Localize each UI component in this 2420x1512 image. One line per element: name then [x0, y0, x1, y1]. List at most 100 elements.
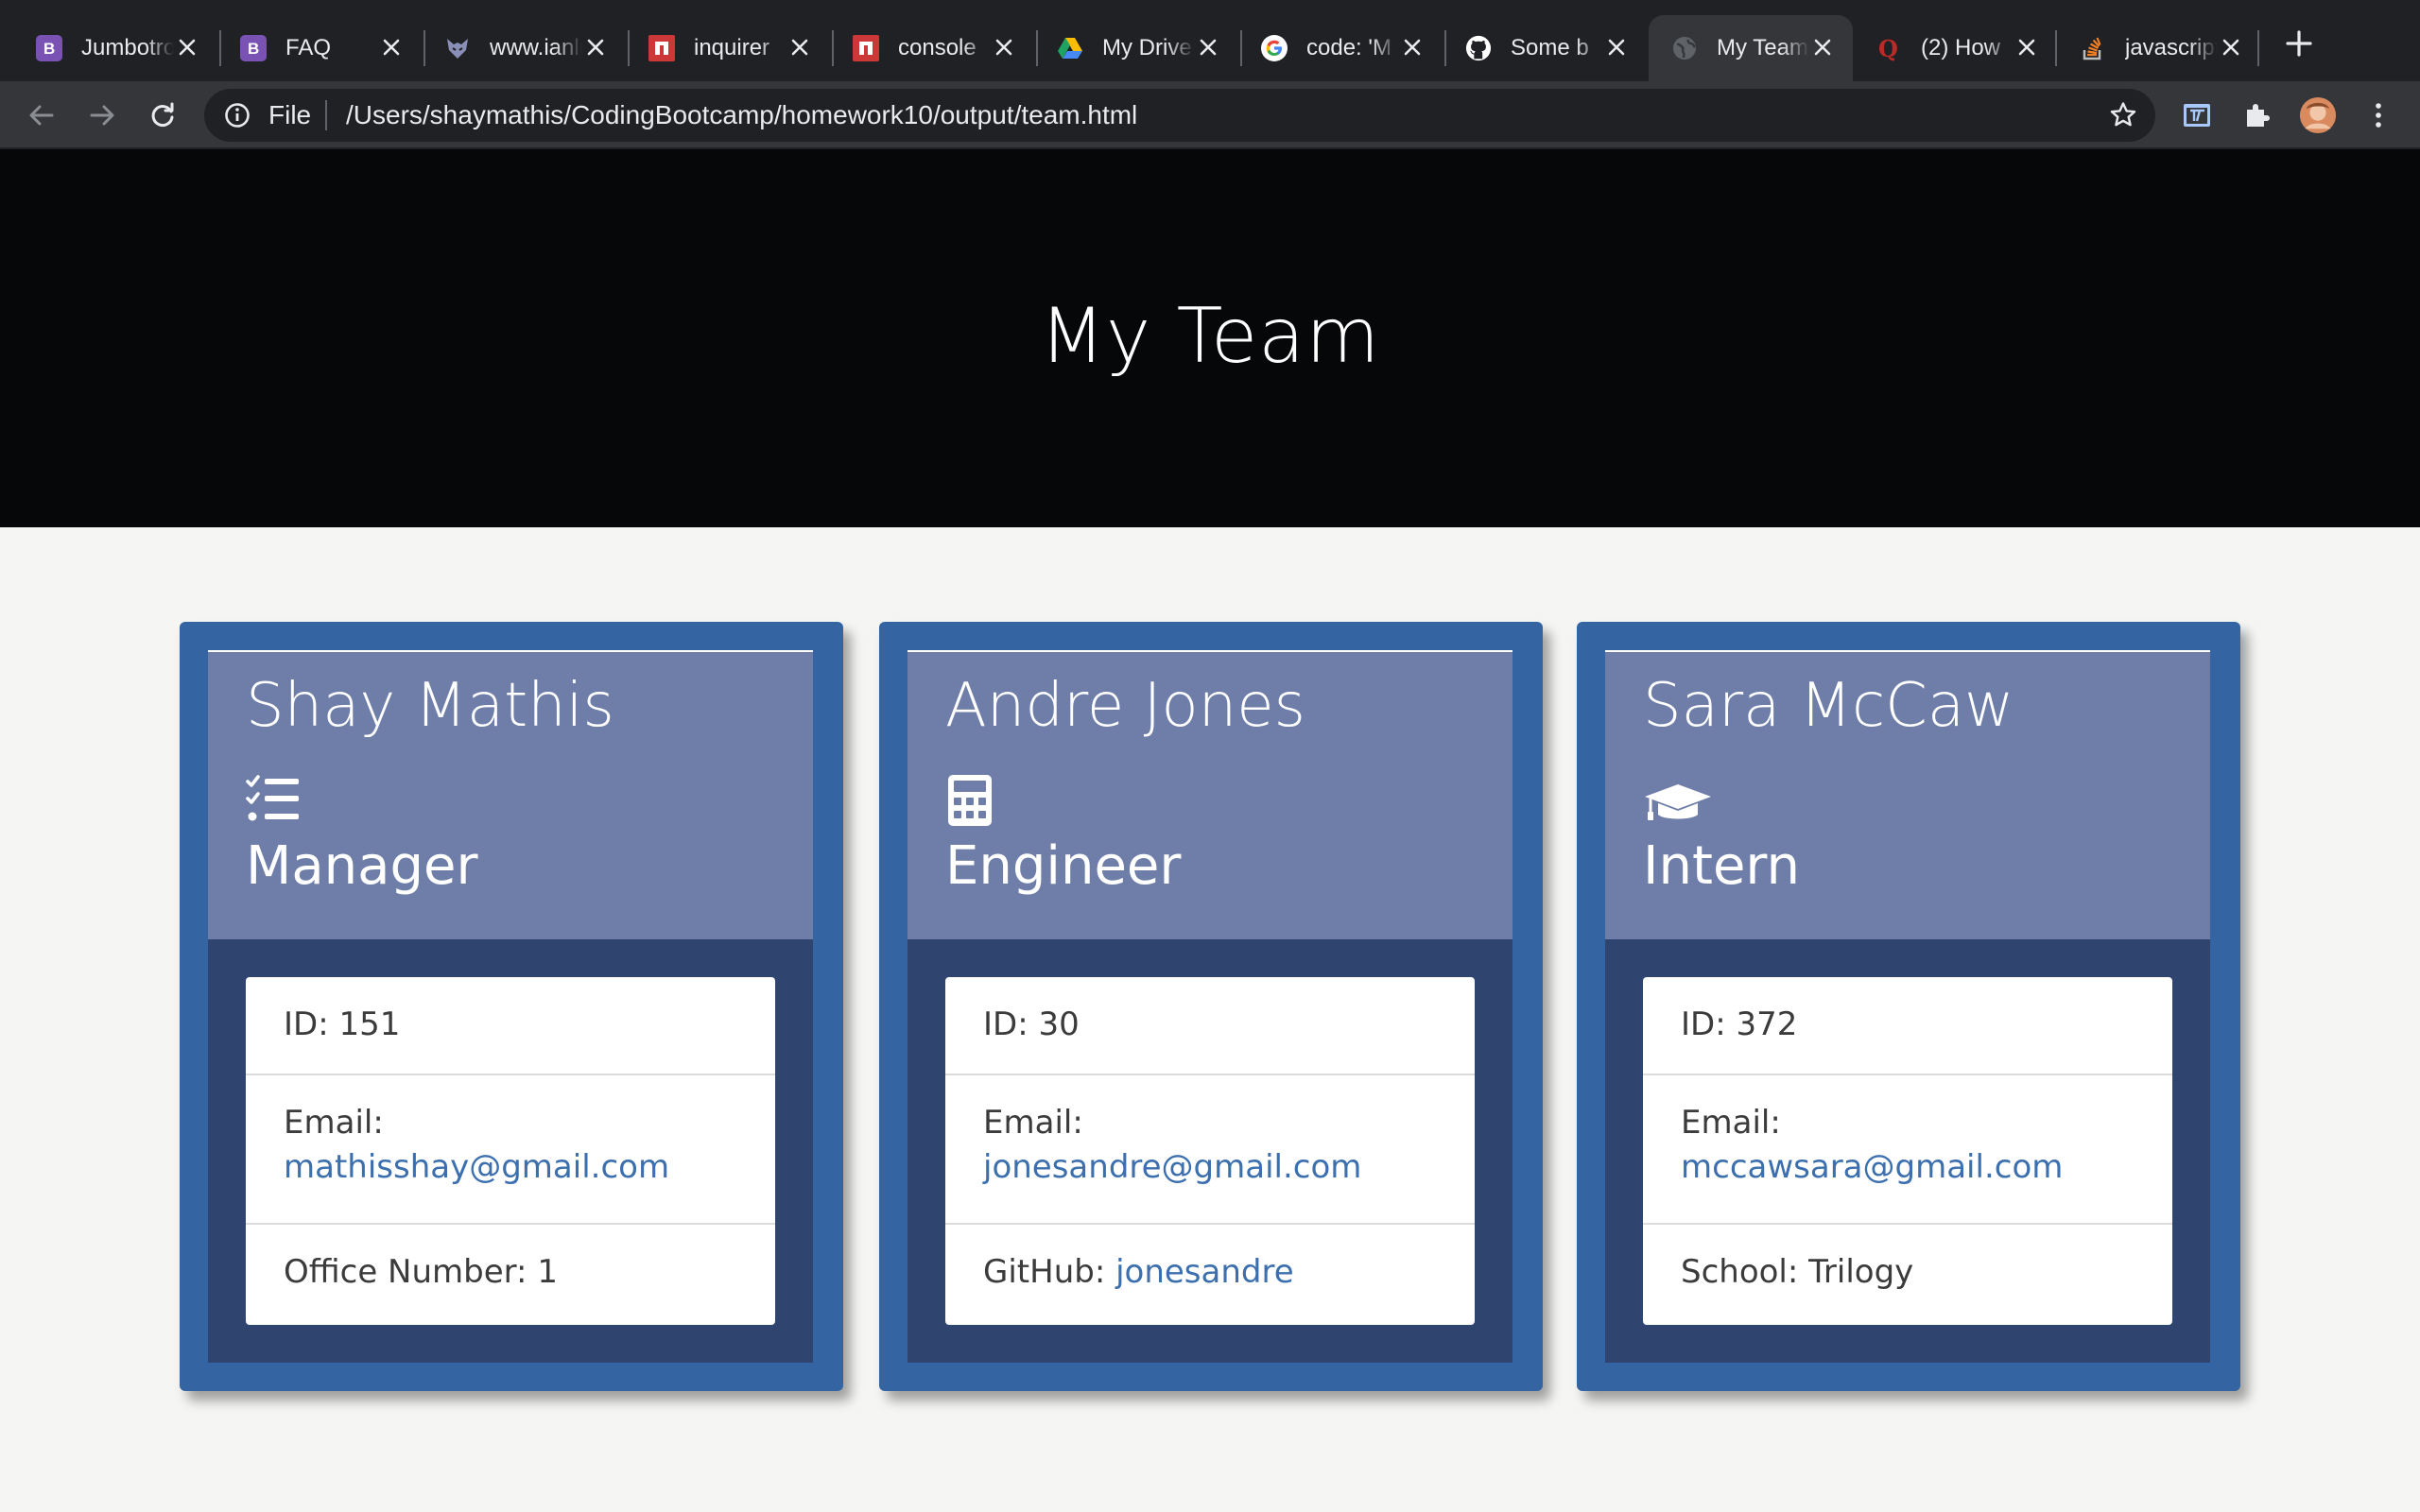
tab-separator — [2257, 30, 2259, 66]
close-icon[interactable] — [584, 36, 607, 59]
office-number-label: Office Number: — [284, 1253, 527, 1291]
card-header: Sara McCaw Intern — [1605, 650, 2210, 939]
employee-name: Andre Jones — [945, 671, 1305, 741]
bootstrap-icon: B — [240, 35, 267, 61]
office-number-value: 1 — [537, 1253, 558, 1291]
employee-card-manager: Shay Mathis Manager ID: 151 Email: mathi… — [180, 622, 843, 1391]
tab-title: inquirer — [694, 35, 770, 60]
browser-toolbar: File /Users/shaymathis/CodingBootcamp/ho… — [0, 81, 2420, 149]
tab-strip: B Jumbotron B FAQ www.ianlunn inquirer c… — [0, 0, 2420, 81]
close-icon[interactable] — [2220, 36, 2242, 59]
address-separator — [325, 100, 327, 130]
close-icon[interactable] — [176, 36, 199, 59]
employee-role: Intern — [1643, 835, 1800, 897]
close-icon[interactable] — [1401, 36, 1424, 59]
employee-details-list: ID: 372 Email: mccawsara@gmail.com Schoo… — [1643, 977, 2172, 1325]
tab-stackoverflow[interactable]: javascript — [2057, 15, 2261, 81]
email-row: Email: jonesandre@gmail.com — [945, 1075, 1475, 1225]
tasks-icon — [246, 775, 299, 821]
tab-title: Jumbotron — [81, 35, 174, 60]
url-text[interactable]: /Users/shaymathis/CodingBootcamp/homewor… — [346, 100, 1137, 130]
employee-card-intern: Sara McCaw Intern ID: 372 Email: mccawsa… — [1577, 622, 2240, 1391]
tab-github[interactable]: Some b — [1429, 15, 1647, 81]
jumbotron-header: My Team — [0, 149, 2420, 527]
github-link[interactable]: jonesandre — [1115, 1253, 1294, 1291]
close-icon[interactable] — [993, 36, 1015, 59]
tab-quora[interactable]: Q (2) How — [1853, 15, 2057, 81]
tab-faq[interactable]: B FAQ — [204, 15, 422, 81]
tab-ianlunn[interactable]: www.ianlunn — [408, 15, 626, 81]
office-number-row: Office Number: 1 — [246, 1225, 775, 1325]
tab-title: javascript — [2125, 35, 2218, 60]
school-label: School: — [1681, 1253, 1799, 1291]
email-label: Email: — [284, 1104, 384, 1142]
google-drive-icon — [1057, 35, 1083, 61]
tab-my-drive[interactable]: My Drive — [1021, 15, 1238, 81]
employee-role: Engineer — [945, 835, 1182, 897]
id-label: ID: — [1681, 1005, 1726, 1043]
npm-icon — [853, 35, 879, 61]
id-row: ID: 372 — [1643, 977, 2172, 1075]
tab-title: FAQ — [285, 35, 332, 60]
forward-arrow-icon[interactable] — [83, 96, 121, 134]
close-icon[interactable] — [1197, 36, 1219, 59]
svg-text:B: B — [248, 40, 259, 58]
id-value: 151 — [338, 1005, 401, 1043]
address-bar[interactable]: File /Users/shaymathis/CodingBootcamp/ho… — [204, 89, 2155, 142]
id-row: ID: 30 — [945, 977, 1475, 1075]
svg-text:Q: Q — [1878, 35, 1898, 61]
tab-title: My Drive — [1102, 35, 1192, 60]
back-arrow-icon[interactable] — [23, 96, 60, 134]
id-label: ID: — [983, 1005, 1028, 1043]
google-icon — [1261, 35, 1288, 61]
employee-card-engineer: Andre Jones Engineer ID: 30 Email: jones… — [879, 622, 1543, 1391]
tab-jumbotron[interactable]: B Jumbotron — [0, 15, 217, 81]
close-icon[interactable] — [2015, 36, 2038, 59]
close-icon[interactable] — [788, 36, 811, 59]
email-label: Email: — [1681, 1104, 1781, 1142]
tab-inquirer[interactable]: inquirer — [613, 15, 830, 81]
tab-title: (2) How — [1921, 35, 2001, 60]
graduation-cap-icon — [1645, 784, 1711, 820]
tab-title: console — [898, 35, 977, 60]
extension-tab-icon[interactable] — [2178, 96, 2216, 134]
card-body: Shay Mathis Manager ID: 151 Email: mathi… — [208, 650, 813, 1363]
close-icon[interactable] — [380, 36, 403, 59]
github-icon — [1465, 35, 1492, 61]
school-value: Trilogy — [1808, 1253, 1914, 1291]
email-link[interactable]: mccawsara@gmail.com — [1681, 1148, 2063, 1186]
tab-console[interactable]: console — [817, 15, 1034, 81]
more-menu-icon[interactable] — [2360, 96, 2397, 134]
tab-title: Some b — [1511, 35, 1589, 60]
tab-title: www.ianlunn — [490, 35, 582, 60]
id-label: ID: — [284, 1005, 329, 1043]
reload-icon[interactable] — [144, 96, 182, 134]
card-body: Sara McCaw Intern ID: 372 Email: mccawsa… — [1605, 650, 2210, 1363]
close-icon[interactable] — [1605, 36, 1628, 59]
email-link[interactable]: jonesandre@gmail.com — [983, 1148, 1361, 1186]
employee-name: Shay Mathis — [246, 671, 614, 741]
github-row: GitHub: jonesandre — [945, 1225, 1475, 1325]
stackoverflow-icon — [2080, 35, 2106, 61]
github-label: GitHub: — [983, 1253, 1106, 1291]
close-icon[interactable] — [1811, 36, 1834, 59]
tab-my-team[interactable]: My Team — [1649, 15, 1853, 81]
tab-google-search[interactable]: code: 'M — [1225, 15, 1443, 81]
quora-icon: Q — [1876, 35, 1902, 61]
email-link[interactable]: mathisshay@gmail.com — [284, 1148, 669, 1186]
employee-details-list: ID: 30 Email: jonesandre@gmail.com GitHu… — [945, 977, 1475, 1325]
bookmark-star-icon[interactable] — [2108, 100, 2138, 130]
email-label: Email: — [983, 1104, 1083, 1142]
extensions-puzzle-icon[interactable] — [2238, 96, 2276, 134]
globe-icon — [1671, 35, 1698, 61]
info-icon[interactable] — [223, 101, 251, 129]
profile-avatar[interactable] — [2299, 96, 2337, 134]
new-tab-plus-icon[interactable] — [2280, 25, 2318, 62]
email-row: Email: mathisshay@gmail.com — [246, 1075, 775, 1225]
scheme-label: File — [268, 100, 312, 129]
page-title: My Team — [1039, 291, 1381, 380]
tab-title: code: 'M — [1306, 35, 1392, 60]
employee-role: Manager — [246, 835, 478, 897]
school-row: School: Trilogy — [1643, 1225, 2172, 1325]
employee-name: Sara McCaw — [1643, 671, 2014, 741]
